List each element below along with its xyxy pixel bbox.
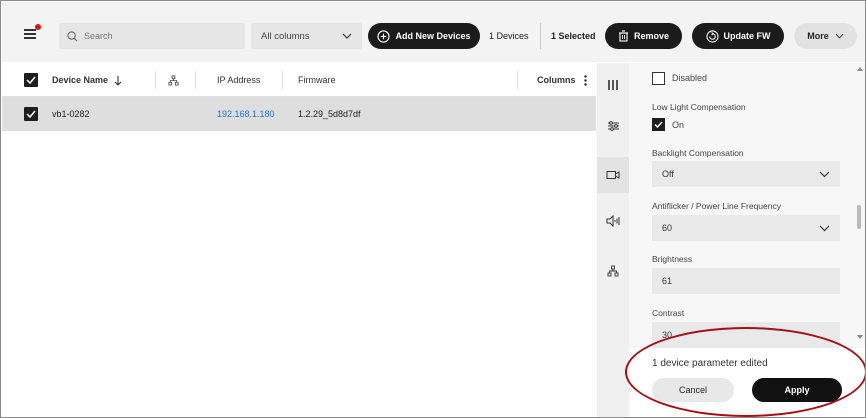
columns-select[interactable]: All columns xyxy=(251,23,362,49)
network-icon xyxy=(607,265,619,277)
more-button[interactable]: More xyxy=(794,23,857,49)
antiflicker-select-value: 60 xyxy=(662,223,673,233)
columns-menu-button[interactable]: Columns xyxy=(537,63,587,97)
scroll-thumb[interactable] xyxy=(857,205,861,229)
low-light-label: Low Light Compensation xyxy=(652,102,746,112)
table-row[interactable]: vb1-0282 192.168.1.180 1.2.29_5d8d7df xyxy=(2,97,596,131)
low-light-checkbox[interactable] xyxy=(652,118,665,131)
low-light-value: On xyxy=(672,120,685,130)
header-firmware[interactable]: Firmware xyxy=(298,63,336,97)
cell-ip-address-link[interactable]: 192.168.1.180 xyxy=(217,97,275,131)
table-header: Device Name IP Address Firmware Columns xyxy=(2,63,596,97)
plus-circle-icon xyxy=(377,29,391,43)
speaker-icon xyxy=(606,215,620,227)
search-box[interactable] xyxy=(59,23,245,49)
rail-item-audio[interactable] xyxy=(597,203,629,239)
scroll-up-icon[interactable] xyxy=(857,67,863,71)
menu-button[interactable] xyxy=(24,24,41,40)
header-network[interactable] xyxy=(168,63,179,97)
rail-item-camera[interactable] xyxy=(597,157,629,193)
apply-button[interactable]: Apply xyxy=(752,378,842,402)
contrast-label: Contrast xyxy=(652,308,685,318)
remove-label: Remove xyxy=(633,31,669,41)
edited-status: 1 device parameter edited xyxy=(652,358,768,369)
update-fw-button[interactable]: Update FW xyxy=(692,23,784,49)
cell-firmware: 1.2.29_5d8d7df xyxy=(298,109,361,119)
notification-dot xyxy=(35,24,41,30)
column-divider xyxy=(195,71,196,89)
toolbar-divider xyxy=(540,23,541,49)
panel-footer: 1 device parameter edited Cancel Apply xyxy=(629,348,865,417)
select-all-checkbox[interactable] xyxy=(24,73,38,87)
disabled-checkbox[interactable] xyxy=(652,72,665,85)
rail-item-columns[interactable] xyxy=(597,67,629,103)
devices-count: 1 Devices xyxy=(489,31,529,41)
camera-icon xyxy=(606,171,620,179)
checkmark-icon xyxy=(654,121,663,129)
backlight-select-value: Off xyxy=(662,169,674,179)
add-new-devices-label: Add New Devices xyxy=(395,31,471,41)
brightness-value: 61 xyxy=(662,276,673,286)
brightness-label: Brightness xyxy=(652,254,693,264)
brightness-field[interactable]: 61 xyxy=(652,268,840,294)
column-divider xyxy=(282,71,283,89)
settings-rail xyxy=(597,63,629,417)
chevron-down-icon xyxy=(819,171,830,177)
backlight-select[interactable]: Off xyxy=(652,161,840,187)
devices-table: Device Name IP Address Firmware Columns … xyxy=(2,63,596,417)
contrast-field[interactable]: 30 xyxy=(652,322,840,348)
checkmark-icon xyxy=(26,110,36,119)
column-divider xyxy=(517,71,518,89)
app-window: All columns Add New Devices 1 Devices 1 … xyxy=(0,0,866,418)
network-icon xyxy=(168,75,179,85)
rail-item-network[interactable] xyxy=(597,253,629,289)
search-icon xyxy=(67,30,78,41)
menu-icon-bar xyxy=(24,33,36,35)
menu-icon xyxy=(24,29,36,31)
more-label: More xyxy=(807,31,829,41)
antiflicker-label: Antiflicker / Power Line Frequency xyxy=(652,201,781,211)
refresh-icon xyxy=(705,29,719,43)
cancel-button[interactable]: Cancel xyxy=(652,378,734,402)
panel-scrollbar[interactable] xyxy=(855,63,865,348)
sort-down-icon[interactable] xyxy=(114,75,122,86)
disabled-label: Disabled xyxy=(672,73,708,83)
header-device-name-label: Device Name xyxy=(52,75,109,85)
header-ip-address[interactable]: IP Address xyxy=(217,63,260,97)
toolbar: All columns Add New Devices 1 Devices 1 … xyxy=(2,2,865,62)
columns-icon xyxy=(608,80,618,90)
scroll-down-icon[interactable] xyxy=(857,335,863,339)
antiflicker-select[interactable]: 60 xyxy=(652,215,840,241)
columns-menu-label: Columns xyxy=(537,75,576,85)
contrast-value: 30 xyxy=(662,330,673,340)
chevron-down-icon xyxy=(342,33,352,39)
column-divider xyxy=(155,71,156,89)
chevron-down-icon xyxy=(819,225,830,231)
checkmark-icon xyxy=(26,76,36,85)
selected-count: 1 Selected xyxy=(551,31,596,41)
camera-settings-panel: Disabled Low Light Compensation On Backl… xyxy=(629,63,865,348)
row-checkbox[interactable] xyxy=(24,107,38,121)
header-device-name[interactable]: Device Name xyxy=(52,63,122,97)
kebab-menu-icon xyxy=(583,74,587,86)
sliders-icon xyxy=(607,121,619,131)
backlight-label: Backlight Compensation xyxy=(652,148,744,158)
chevron-down-icon xyxy=(835,33,844,39)
update-fw-label: Update FW xyxy=(723,31,771,41)
add-new-devices-button[interactable]: Add New Devices xyxy=(368,23,480,49)
search-input[interactable] xyxy=(84,31,224,41)
remove-button[interactable]: Remove xyxy=(605,23,682,49)
rail-item-settings[interactable] xyxy=(597,108,629,144)
menu-icon-bar xyxy=(24,37,36,39)
columns-select-value: All columns xyxy=(261,30,310,42)
trash-icon xyxy=(618,30,628,42)
cell-device-name: vb1-0282 xyxy=(52,109,90,119)
